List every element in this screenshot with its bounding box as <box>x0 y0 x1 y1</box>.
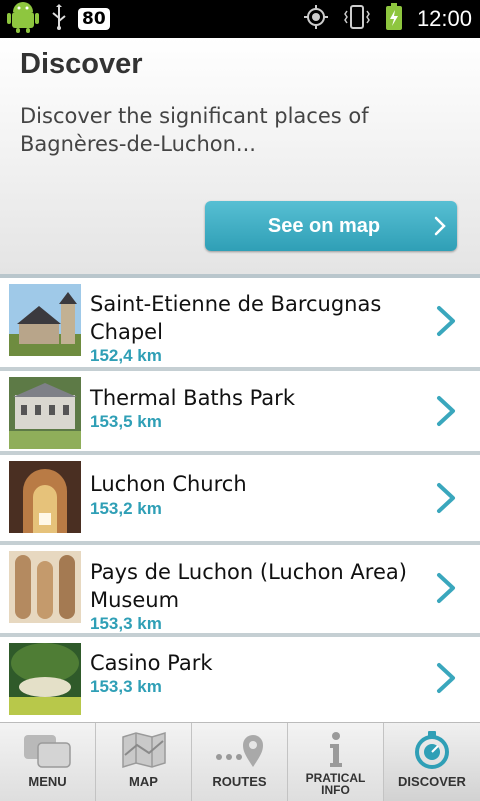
place-name: Thermal Baths Park <box>90 386 295 410</box>
tab-map[interactable]: MAP <box>96 723 192 801</box>
see-on-map-button[interactable]: See on map <box>205 201 457 251</box>
list-item[interactable]: Luchon Church 153,2 km <box>0 455 480 541</box>
place-thumbnail <box>9 643 81 715</box>
page-description: Discover the significant places of Bagnè… <box>20 104 369 156</box>
see-on-map-label: See on map <box>267 214 381 237</box>
menu-icon <box>0 731 95 769</box>
info-icon <box>288 731 383 769</box>
list-item[interactable]: Saint-Etienne de Barcugnas Chapel 152,4 … <box>0 278 480 367</box>
chevron-right-icon <box>434 394 458 432</box>
status-bar: 80 12:00 <box>0 0 480 38</box>
place-name: Luchon Church <box>90 472 247 496</box>
list-item[interactable]: Thermal Baths Park 153,5 km <box>0 371 480 451</box>
discover-header: Discover Discover the significant places… <box>0 38 480 274</box>
discover-icon <box>384 731 480 769</box>
tab-practical-info-label: PRATICAL INFO <box>305 771 366 797</box>
tab-map-label: MAP <box>129 774 158 789</box>
routes-icon <box>192 731 287 769</box>
places-list[interactable]: Saint-Etienne de Barcugnas Chapel 152,4 … <box>0 278 480 722</box>
tab-routes[interactable]: ROUTES <box>192 723 288 801</box>
android-icon <box>6 0 40 38</box>
place-thumbnail <box>9 551 81 623</box>
list-item[interactable]: Casino Park 153,3 km <box>0 637 480 722</box>
tab-menu[interactable]: MENU <box>0 723 96 801</box>
tab-discover[interactable]: DISCOVER <box>384 723 480 801</box>
clock: 12:00 <box>416 6 472 31</box>
place-name: Saint-Etienne de Barcugnas Chapel <box>90 292 382 344</box>
bottom-tab-bar: MENU MAP ROUTES PRATICAL INFO DISCOVER <box>0 722 480 801</box>
place-distance: 153,3 km <box>90 677 162 696</box>
charging-battery-icon <box>385 3 403 35</box>
chevron-right-icon <box>433 215 447 241</box>
place-thumbnail <box>9 284 81 356</box>
gps-icon <box>303 4 329 34</box>
chevron-right-icon <box>434 304 458 342</box>
place-distance: 153,2 km <box>90 499 162 518</box>
page-title: Discover <box>20 48 143 80</box>
place-thumbnail <box>9 377 81 449</box>
tab-discover-label: DISCOVER <box>398 774 466 789</box>
tab-practical-info[interactable]: PRATICAL INFO <box>288 723 384 801</box>
usb-icon <box>50 4 68 34</box>
place-distance: 152,4 km <box>90 346 162 365</box>
chevron-right-icon <box>434 571 458 609</box>
place-distance: 153,5 km <box>90 412 162 431</box>
chevron-right-icon <box>434 661 458 699</box>
tab-menu-label: MENU <box>28 774 67 789</box>
chevron-right-icon <box>434 481 458 519</box>
place-name: Casino Park <box>90 651 213 675</box>
place-distance: 153,3 km <box>90 614 162 633</box>
vibrate-icon <box>343 4 371 34</box>
place-name: Pays de Luchon (Luchon Area) Museum <box>90 560 407 612</box>
battery-level-badge: 80 <box>78 8 110 30</box>
list-item[interactable]: Pays de Luchon (Luchon Area) Museum 153,… <box>0 545 480 633</box>
tab-routes-label: ROUTES <box>212 774 267 789</box>
map-icon <box>96 731 191 769</box>
place-thumbnail <box>9 461 81 533</box>
